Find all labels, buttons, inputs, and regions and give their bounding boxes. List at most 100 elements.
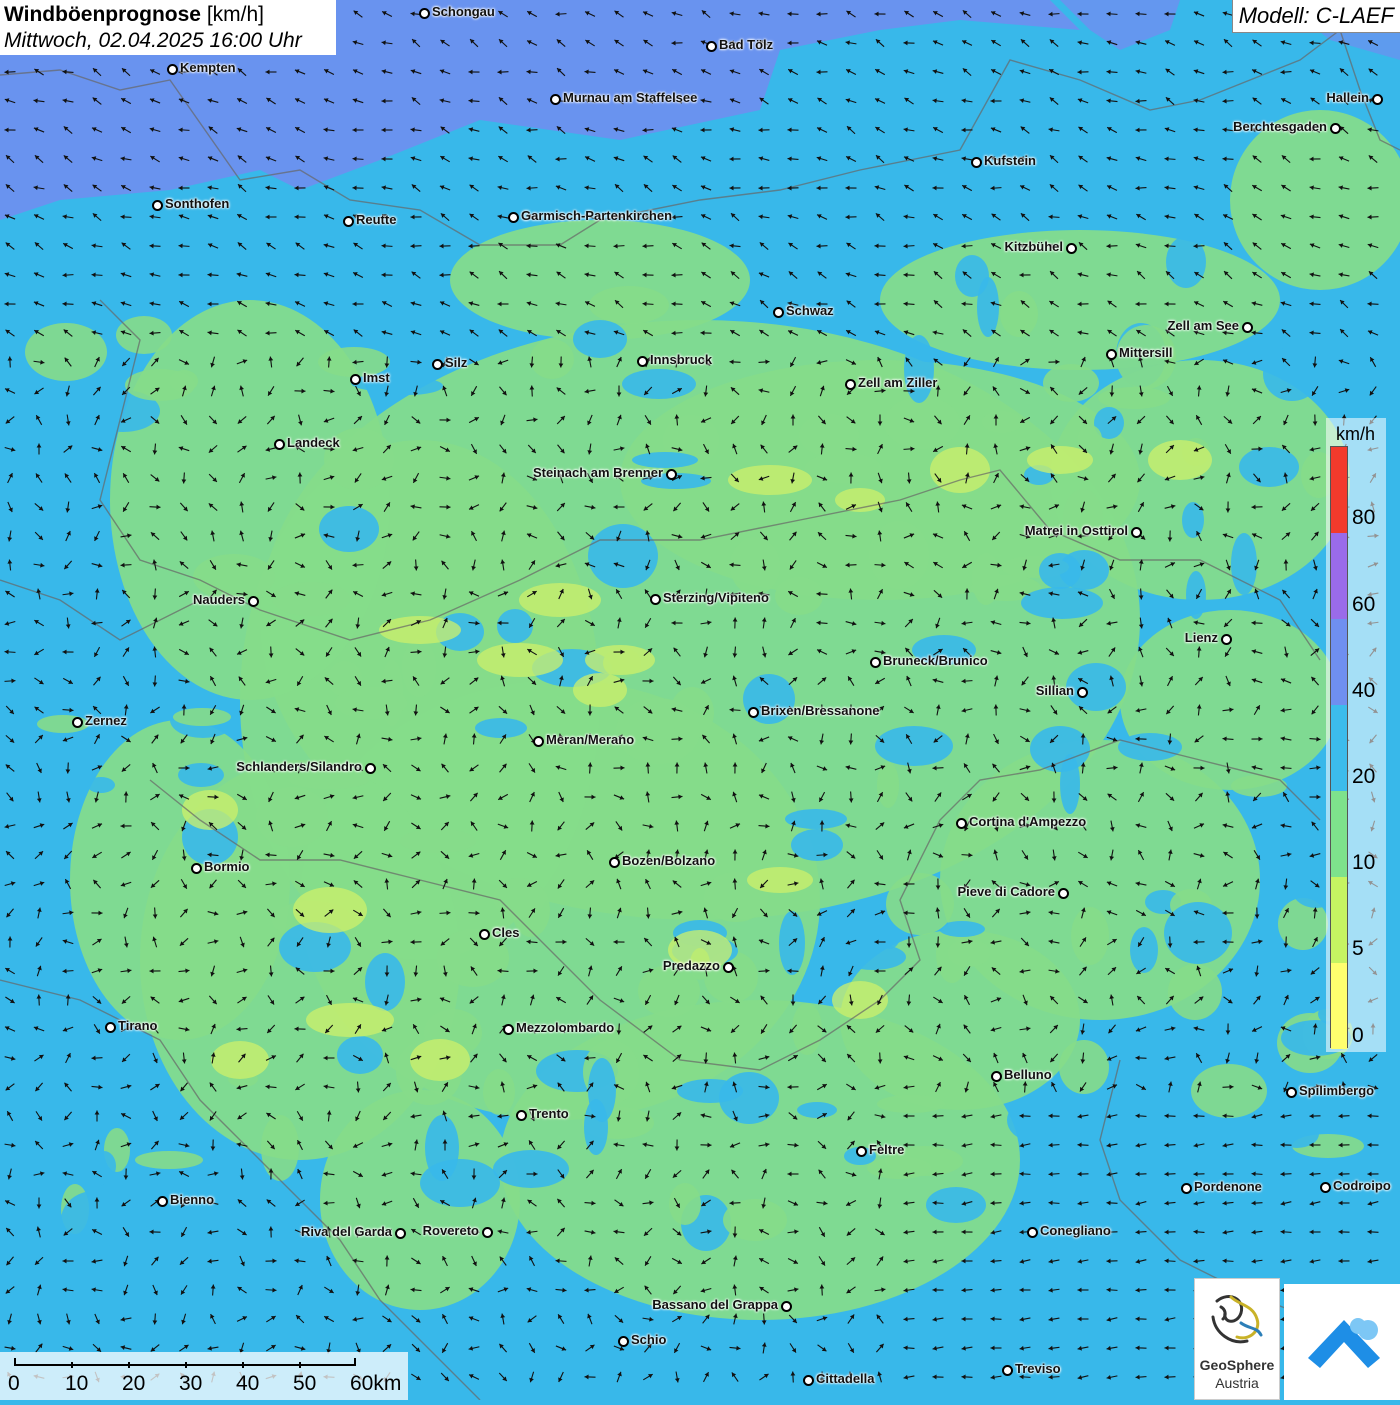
city-label: Landeck xyxy=(287,435,340,450)
city-marker xyxy=(637,356,648,367)
city-label: Sillian xyxy=(1036,683,1074,698)
city-label: Kufstein xyxy=(984,153,1036,168)
legend-label: 10 xyxy=(1352,851,1375,875)
city-label: Silz xyxy=(445,355,467,370)
gust-texture-patch xyxy=(797,1102,837,1118)
scale-tick xyxy=(299,1362,301,1368)
gust-texture-patch xyxy=(805,453,881,483)
city-marker xyxy=(706,41,717,52)
scale-tick xyxy=(71,1362,73,1368)
city-marker xyxy=(956,818,967,829)
gust-texture-patch xyxy=(475,718,527,738)
legend-unit: km/h xyxy=(1336,424,1375,445)
gust-texture-patch xyxy=(116,316,172,354)
color-legend: km/h 806040201050 xyxy=(1326,418,1386,1052)
city-marker xyxy=(479,929,490,940)
city-marker xyxy=(1077,687,1088,698)
city-marker xyxy=(419,8,430,19)
gust-texture-patch xyxy=(785,809,847,829)
city-label: Belluno xyxy=(1004,1067,1052,1082)
legend-color-segment xyxy=(1331,963,1347,1049)
gust-texture-patch xyxy=(886,873,954,935)
city-label: Nauders xyxy=(193,592,245,607)
gust-texture-patch xyxy=(1231,775,1287,797)
gust-texture-patch xyxy=(261,1115,299,1181)
gust-texture-patch xyxy=(256,787,328,847)
gust-texture-patch xyxy=(337,1036,383,1074)
city-marker xyxy=(482,1227,493,1238)
gust-texture-patch xyxy=(1021,587,1103,619)
city-marker xyxy=(1372,94,1383,105)
gust-texture-patch xyxy=(791,829,843,861)
gust-texture-patch xyxy=(875,726,953,766)
scale-tick xyxy=(185,1362,187,1368)
city-marker xyxy=(618,1336,629,1347)
city-label: Trento xyxy=(529,1106,569,1121)
city-label: Bassano del Grappa xyxy=(652,1297,778,1312)
gust-texture-patch xyxy=(497,609,533,643)
legend-color-bar xyxy=(1330,446,1348,1048)
moderate-gust-patch xyxy=(880,230,1280,370)
gust-texture-patch xyxy=(622,369,696,399)
city-marker xyxy=(503,1024,514,1035)
scale-label: 60km xyxy=(350,1372,401,1396)
gust-texture-patch xyxy=(135,1151,203,1169)
city-marker xyxy=(991,1071,1002,1082)
model-label: Modell: C-LAEF xyxy=(1232,0,1400,33)
light-gust-patch xyxy=(747,867,813,893)
city-marker xyxy=(1221,634,1232,645)
city-label: Zell am See xyxy=(1167,318,1239,333)
gust-texture-patch xyxy=(378,331,410,353)
city-marker xyxy=(533,736,544,747)
gust-texture-patch xyxy=(730,537,780,595)
gust-texture-patch xyxy=(982,411,1022,433)
city-marker xyxy=(856,1146,867,1157)
city-label: Cortina d'Ampezzo xyxy=(969,814,1086,829)
city-marker xyxy=(152,200,163,211)
legend-color-segment xyxy=(1331,705,1347,791)
legend-color-segment xyxy=(1331,619,1347,705)
app-logo[interactable] xyxy=(1284,1284,1400,1400)
gust-texture-patch xyxy=(125,369,195,401)
city-marker xyxy=(343,216,354,227)
gust-texture-patch xyxy=(173,708,231,726)
light-gust-patch xyxy=(519,583,601,617)
gust-texture-patch xyxy=(677,1079,743,1103)
legend-label: 0 xyxy=(1352,1024,1364,1048)
gust-texture-patch xyxy=(723,1199,787,1241)
city-label: Schlanders/Silandro xyxy=(236,759,362,774)
gust-texture-patch xyxy=(1043,364,1099,402)
gust-texture-patch xyxy=(1063,489,1103,549)
city-label: Bad Tölz xyxy=(719,37,773,52)
geosphere-logo[interactable]: GeoSphere Austria xyxy=(1194,1278,1280,1400)
scale-label: 50 xyxy=(293,1372,316,1396)
city-label: Zernez xyxy=(85,713,127,728)
city-label: Steinach am Brenner xyxy=(533,465,663,480)
moderate-gust-patch xyxy=(320,1090,520,1310)
city-label: Conegliano xyxy=(1040,1223,1111,1238)
city-label: Kempten xyxy=(180,60,236,75)
logo-name-line2: Austria xyxy=(1195,1375,1279,1391)
gust-texture-patch xyxy=(869,521,929,589)
gust-texture-patch xyxy=(483,1069,515,1115)
gust-texture-patch xyxy=(1030,726,1090,772)
city-marker xyxy=(105,1022,116,1033)
gust-texture-patch xyxy=(669,1183,701,1225)
gust-texture-patch xyxy=(799,414,859,456)
city-marker xyxy=(971,157,982,168)
light-gust-patch xyxy=(477,643,563,677)
city-label: Meran/Merano xyxy=(546,732,634,747)
gust-texture-patch xyxy=(425,1115,459,1181)
city-label: Tirano xyxy=(118,1018,158,1033)
gust-texture-patch xyxy=(493,1150,569,1188)
city-marker xyxy=(666,469,677,480)
city-label: Mezzolombardo xyxy=(516,1020,614,1035)
city-marker xyxy=(157,1196,168,1207)
gust-texture-patch xyxy=(926,1187,986,1223)
light-gust-patch xyxy=(573,673,627,707)
scale-tick xyxy=(128,1362,130,1368)
gust-texture-patch xyxy=(884,397,960,449)
map-title-unit: [km/h] xyxy=(207,3,264,26)
map-title-box: Windböenprognose [km/h] Mittwoch, 02.04.… xyxy=(0,0,336,55)
scale-label: 0 xyxy=(8,1372,20,1396)
